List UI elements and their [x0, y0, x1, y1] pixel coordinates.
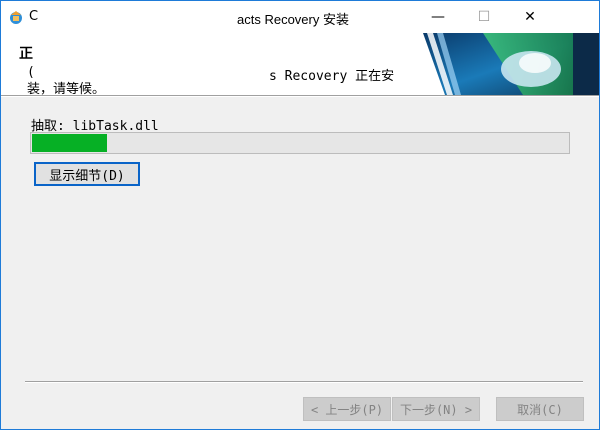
- window-title: acts Recovery 安装: [237, 12, 349, 27]
- minimize-icon: —: [431, 9, 445, 25]
- next-button-label: 下一步(N) >: [399, 402, 473, 417]
- wizard-header: 正 ( s Recovery 正在安 装，请等候。: [1, 33, 599, 95]
- header-divider-highlight: [1, 96, 599, 97]
- header-description-right: s Recovery 正在安: [269, 69, 395, 84]
- installer-window: C acts Recovery 安装 — ☐ ✕ 正 ( s Recovery …: [0, 0, 600, 430]
- footer-divider-highlight: [25, 382, 583, 383]
- title-bar[interactable]: C acts Recovery 安装 — ☐ ✕: [1, 1, 599, 33]
- header-title: 正: [19, 46, 33, 62]
- installer-icon: [10, 11, 22, 24]
- next-button[interactable]: 下一步(N) >: [392, 397, 480, 421]
- back-button[interactable]: < 上一步(P): [303, 397, 391, 421]
- back-button-label: < 上一步(P): [310, 402, 384, 417]
- show-details-button[interactable]: 显示细节(D): [34, 162, 140, 186]
- cancel-button[interactable]: 取消(C): [496, 397, 584, 421]
- progress-fill: [32, 134, 107, 152]
- install-progress-bar: [30, 132, 570, 154]
- close-icon: ✕: [524, 9, 536, 25]
- header-description-line2: 装，请等候。: [27, 82, 106, 95]
- close-button[interactable]: ✕: [507, 1, 553, 33]
- minimize-button[interactable]: —: [415, 1, 461, 33]
- show-details-label: 显示细节(D): [49, 168, 125, 184]
- cancel-button-label: 取消(C): [517, 402, 563, 417]
- header-banner-image: [423, 33, 599, 95]
- maximize-icon: ☐: [477, 9, 491, 25]
- window-title-partial: C: [29, 9, 39, 24]
- maximize-button[interactable]: ☐: [461, 1, 507, 33]
